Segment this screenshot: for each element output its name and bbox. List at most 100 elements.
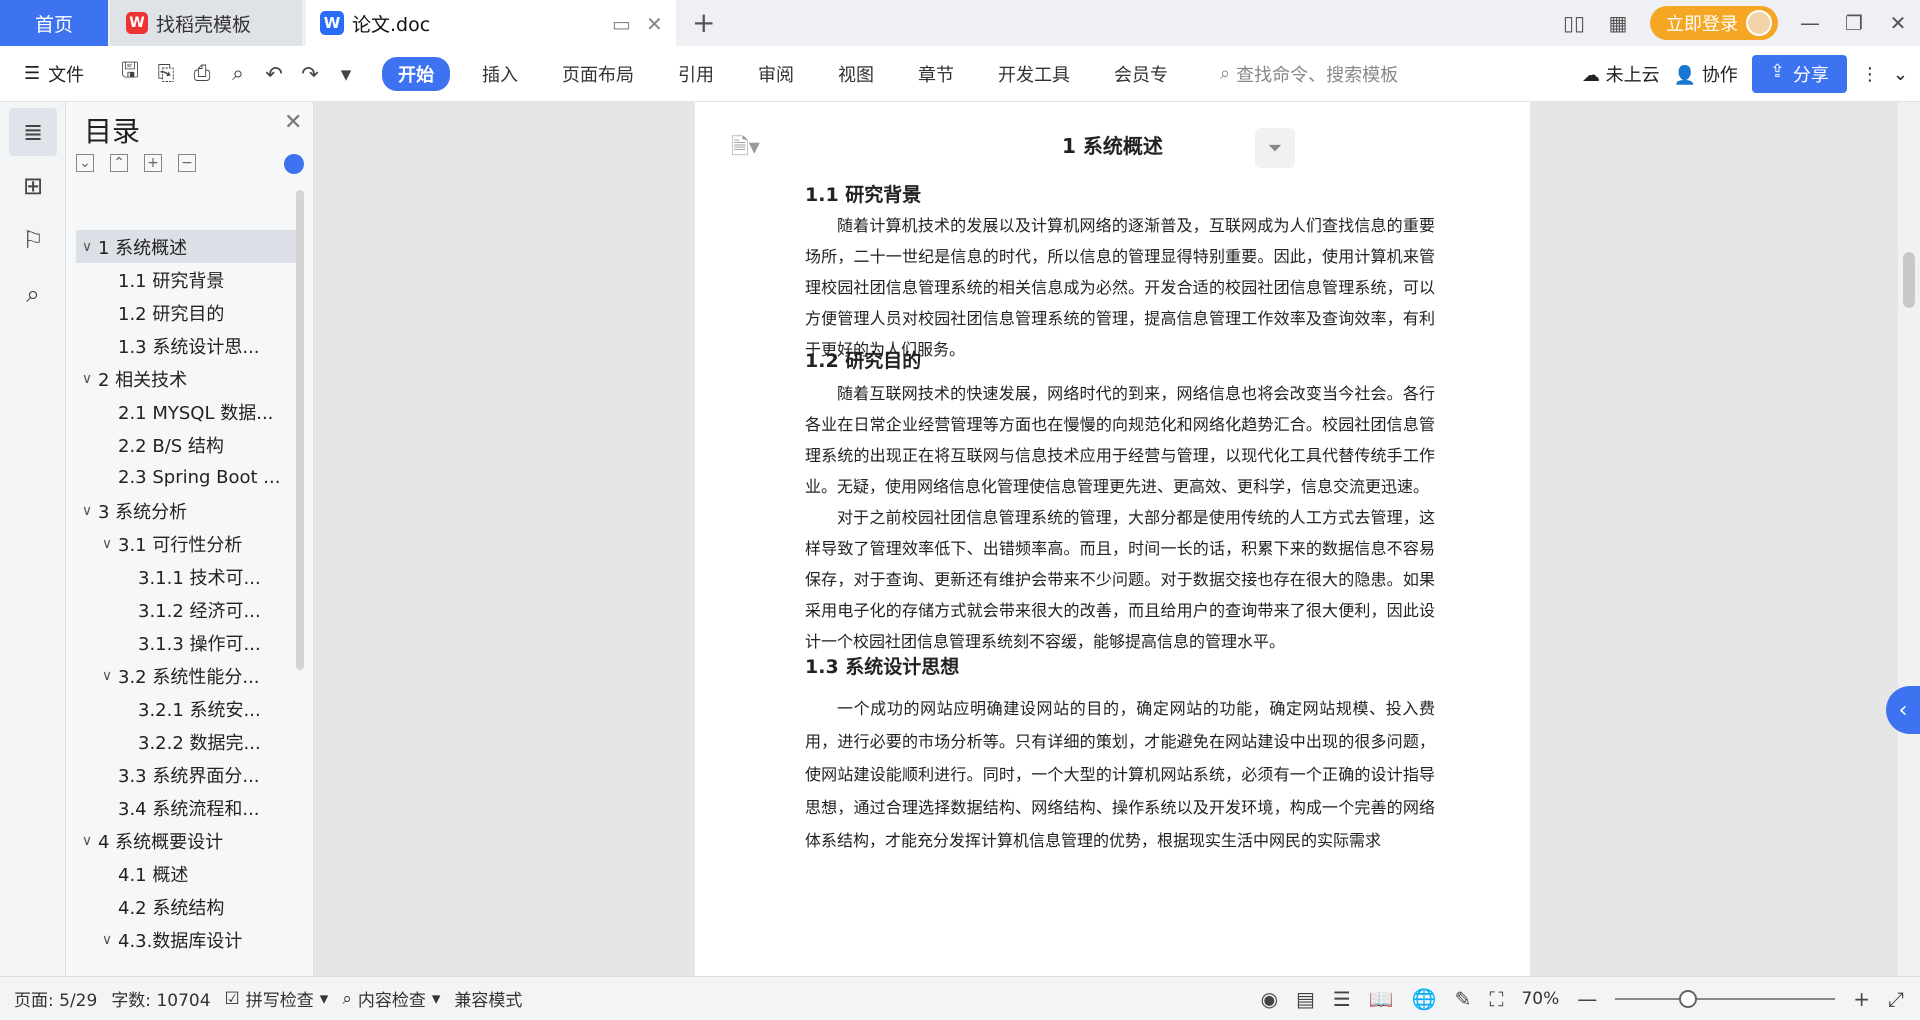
tab-template[interactable]: W 找稻壳模板	[110, 0, 302, 46]
print-icon[interactable]: ⎙	[184, 61, 220, 86]
chevron-down-icon[interactable]: ∨	[96, 932, 118, 948]
toc-item[interactable]: ∨ 2 相关技术	[76, 362, 300, 395]
find-icon[interactable]: ⌕	[9, 270, 57, 318]
toc-item[interactable]: ∨ 4 系统概要设计	[76, 824, 300, 857]
collab-button[interactable]: 👤 协作	[1674, 61, 1738, 87]
toc-item[interactable]: 2.2 B/S 结构	[76, 428, 300, 461]
chevron-down-icon[interactable]: ∨	[76, 833, 98, 849]
content-check-button[interactable]: ⌕ 内容检查 ▾	[342, 986, 440, 1012]
tab-home[interactable]: 首页	[0, 0, 108, 46]
monitor-icon[interactable]: ▭	[612, 12, 631, 36]
toc-item-label: 4 系统概要设计	[98, 831, 224, 853]
toc-item[interactable]: 3.2.1 系统安...	[76, 692, 300, 725]
toc-item[interactable]: 3.2.2 数据完...	[76, 725, 300, 758]
toc-item[interactable]: ∨ 4.3.数据库设计	[76, 923, 300, 956]
toc-item[interactable]: ∨ 3.1 可行性分析	[76, 527, 300, 560]
toc-item[interactable]: 2.3 Spring Boot ...	[76, 461, 300, 494]
zoom-in-icon[interactable]: +	[1853, 987, 1870, 1011]
toc-item[interactable]: 3.1.3 操作可...	[76, 626, 300, 659]
vertical-scrollbar[interactable]	[1898, 102, 1920, 976]
chevron-down-icon[interactable]: ∨	[96, 536, 118, 552]
toc-panel-icon[interactable]: ≣	[9, 108, 57, 156]
ai-assistant-icon[interactable]	[284, 154, 304, 174]
toc-item[interactable]: 3.1.2 经济可...	[76, 593, 300, 626]
ribbon-tab-start[interactable]: 开始	[382, 56, 450, 91]
spell-check-button[interactable]: ☑ 拼写检查 ▾	[225, 986, 329, 1012]
remove-level-icon[interactable]: −	[178, 154, 196, 172]
restore-icon[interactable]: ❐	[1832, 11, 1876, 35]
page-count[interactable]: 页面: 5/29	[14, 986, 97, 1011]
scroll-thumb[interactable]	[1903, 252, 1915, 308]
bookmark-icon[interactable]: ⚐	[9, 216, 57, 264]
comment-panel-icon[interactable]: ⏷	[1255, 128, 1295, 168]
quick-access-more-icon[interactable]: ▾	[328, 62, 364, 86]
save-icon[interactable]: 🖫	[112, 56, 148, 91]
toc-item[interactable]: ∨ 1 系统概述	[76, 230, 300, 263]
toc-item[interactable]: 1.3 系统设计思...	[76, 329, 300, 362]
ribbon-tab-layout[interactable]: 页面布局	[540, 61, 656, 87]
minimize-icon[interactable]: —	[1788, 11, 1832, 35]
toc-scrollbar[interactable]	[296, 190, 304, 670]
pen-icon[interactable]: ✎	[1455, 987, 1472, 1011]
redo-icon[interactable]: ↷	[292, 62, 328, 86]
share-button[interactable]: ⇪ 分享	[1751, 55, 1847, 93]
toc-item[interactable]: 3.1.1 技术可...	[76, 560, 300, 593]
file-menu[interactable]: ☰ 文件	[0, 61, 112, 87]
eye-protection-icon[interactable]: ◉	[1261, 987, 1278, 1011]
tab-document[interactable]: W 论文.doc ▭ ✕	[306, 0, 676, 46]
toc-item[interactable]: 1.1 研究背景	[76, 263, 300, 296]
collapse-all-icon[interactable]: ⌄	[76, 154, 94, 172]
outline-view-icon[interactable]: ☰	[1333, 987, 1351, 1011]
toc-item[interactable]: ∨ 3.2 系统性能分...	[76, 659, 300, 692]
toc-list: ∨ 1 系统概述 1.1 研究背景 1.2 研究目的 1.3 系统设计思... ∨ 2 相关…	[76, 230, 300, 956]
new-tab-button[interactable]: +	[692, 6, 715, 39]
ribbon-tab-insert[interactable]: 插入	[460, 61, 540, 87]
chevron-down-icon[interactable]: ∨	[76, 371, 98, 387]
chevron-down-icon[interactable]: ∨	[96, 668, 118, 684]
reading-view-icon[interactable]: 📖	[1369, 987, 1394, 1011]
zoom-out-icon[interactable]: —	[1577, 987, 1597, 1011]
toc-item[interactable]: 2.1 MYSQL 数据...	[76, 395, 300, 428]
toc-item[interactable]: ∨ 3 系统分析	[76, 494, 300, 527]
add-level-icon[interactable]: +	[144, 154, 162, 172]
chevron-down-icon[interactable]: ⌄	[1893, 64, 1908, 85]
more-icon[interactable]: ⋮	[1861, 64, 1879, 85]
layout-icon[interactable]: ▯▯	[1552, 11, 1596, 35]
login-button[interactable]: 立即登录	[1650, 6, 1778, 40]
chevron-down-icon[interactable]: ∨	[76, 503, 98, 519]
fit-page-icon[interactable]: ⛶	[1489, 987, 1503, 1011]
cloud-status[interactable]: ☁ 未上云	[1582, 61, 1660, 87]
window-controls: ▯▯ ▦ 立即登录 — ❐ ✕	[1552, 0, 1920, 46]
zoom-slider[interactable]	[1615, 990, 1836, 1008]
undo-icon[interactable]: ↶	[256, 62, 292, 86]
chevron-down-icon[interactable]: ∨	[76, 239, 98, 255]
close-tab-icon[interactable]: ✕	[646, 12, 663, 36]
ribbon-tab-member[interactable]: 会员专	[1092, 61, 1190, 87]
toc-item[interactable]: 4.1 概述	[76, 857, 300, 890]
page-view-icon[interactable]: ▤	[1296, 987, 1315, 1011]
fullscreen-icon[interactable]: ⤢	[1888, 987, 1904, 1011]
toc-item[interactable]: 4.2 系统结构	[76, 890, 300, 923]
ribbon-tab-developer[interactable]: 开发工具	[976, 61, 1092, 87]
print-preview-icon[interactable]: ⌕	[220, 61, 256, 86]
search-icon: ⌕	[1220, 63, 1231, 84]
toc-item[interactable]: 3.3 系统界面分...	[76, 758, 300, 791]
window-close-icon[interactable]: ✕	[1876, 11, 1920, 35]
toc-item[interactable]: 3.4 系统流程和...	[76, 791, 300, 824]
ribbon-tab-view[interactable]: 视图	[816, 61, 896, 87]
export-icon[interactable]: ⎘	[148, 61, 184, 86]
zoom-level[interactable]: 70%	[1521, 989, 1559, 1009]
word-count[interactable]: 字数: 10704	[111, 986, 210, 1011]
command-search[interactable]: ⌕ 查找命令、搜索模板	[1220, 61, 1540, 87]
ribbon-tab-review[interactable]: 审阅	[736, 61, 816, 87]
zoom-slider-knob[interactable]	[1679, 990, 1698, 1008]
document-page[interactable]: 🗎▾ 1 系统概述 1.1 研究背景 随着计算机技术的发展以及计算机网络的逐渐普…	[695, 102, 1530, 976]
ribbon-tab-chapter[interactable]: 章节	[896, 61, 976, 87]
web-view-icon[interactable]: 🌐	[1412, 987, 1437, 1011]
section-nav-icon[interactable]: ⊞	[9, 162, 57, 210]
apps-grid-icon[interactable]: ▦	[1596, 11, 1640, 35]
expand-all-icon[interactable]: ⌃	[110, 154, 128, 172]
close-icon[interactable]: ✕	[284, 110, 302, 135]
toc-item[interactable]: 1.2 研究目的	[76, 296, 300, 329]
ribbon-tab-references[interactable]: 引用	[656, 61, 736, 87]
